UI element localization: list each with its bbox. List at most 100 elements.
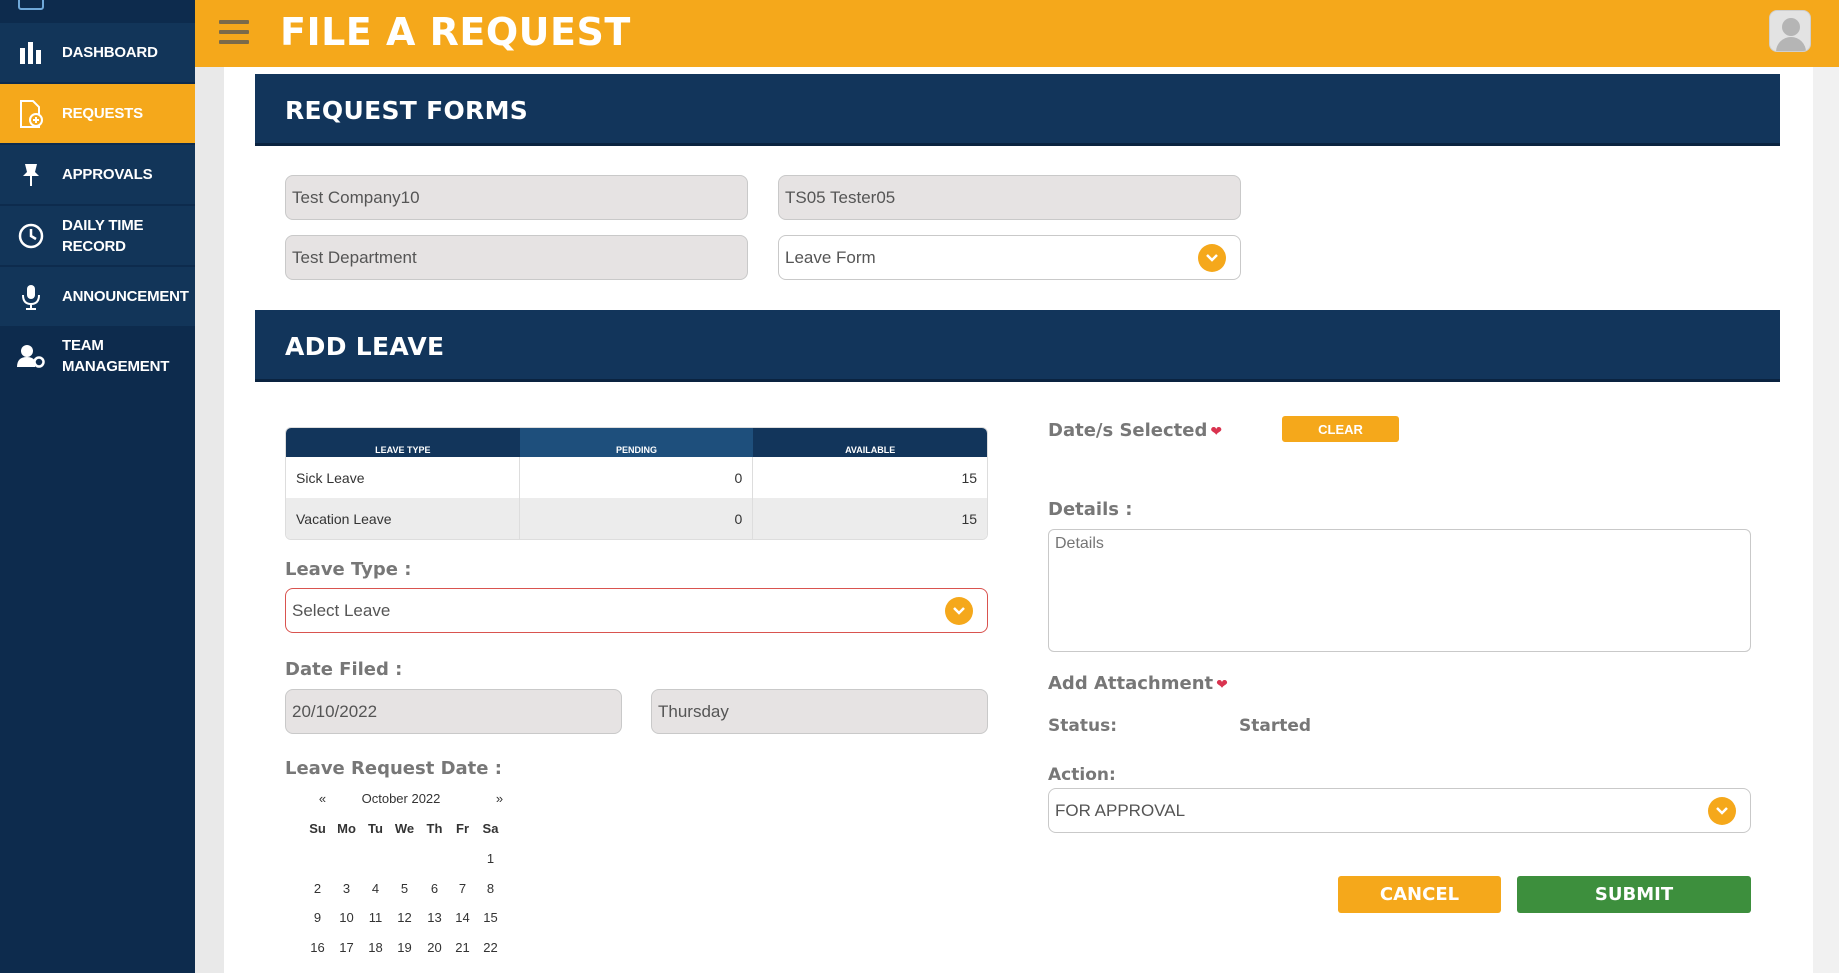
calendar-day[interactable]: 2 <box>303 881 332 896</box>
next-month-button[interactable]: » <box>485 791 514 806</box>
calendar-day[interactable]: 12 <box>390 910 419 925</box>
avatar[interactable] <box>1769 10 1811 52</box>
leave-type-cell: Vacation Leave <box>286 498 520 539</box>
calendar-day[interactable]: 18 <box>361 940 390 955</box>
sidebar-item-requests[interactable]: REQUESTS <box>0 84 195 143</box>
pin-icon <box>0 162 62 188</box>
form-type-value: Leave Form <box>785 247 876 267</box>
company-field: Test Company10 <box>285 175 748 220</box>
clear-button[interactable]: CLEAR <box>1282 416 1399 442</box>
date-filed-label: Date Filed : <box>285 659 403 680</box>
form-type-select[interactable]: Leave Form <box>778 235 1241 280</box>
user-gear-icon <box>0 343 62 369</box>
top-header: FILE A REQUEST <box>195 0 1839 67</box>
add-attachment-label[interactable]: Add Attachment ❤ <box>1048 673 1228 694</box>
calendar-day[interactable]: 14 <box>448 910 477 925</box>
calendar-month-label: October 2022 <box>361 791 441 806</box>
sidebar-item-dashboard[interactable]: DASHBOARD <box>0 23 195 82</box>
calendar-day[interactable]: 3 <box>332 881 361 896</box>
calendar-day[interactable]: 21 <box>448 940 477 955</box>
sidebar-item-label-group: DAILY TIME RECORD <box>62 215 144 257</box>
chevron-down-icon[interactable] <box>945 596 973 625</box>
sidebar-item-label: APPROVALS <box>62 166 153 183</box>
microphone-icon <box>0 283 62 311</box>
department-field: Test Department <box>285 235 748 280</box>
file-add-icon <box>0 99 62 129</box>
chevron-down-icon[interactable] <box>1708 796 1736 825</box>
action-label: Action: <box>1048 765 1116 785</box>
chevron-down-icon[interactable] <box>1198 243 1226 272</box>
leave-request-date-label: Leave Request Date : <box>285 758 502 779</box>
table-row: Vacation Leave 0 15 <box>286 498 987 539</box>
calendar-weekday: Sa <box>482 821 499 836</box>
action-value: FOR APPROVAL <box>1055 800 1186 820</box>
calendar-weekday: Su <box>309 821 326 836</box>
status-value: Started <box>1239 716 1312 736</box>
submit-button[interactable]: SUBMIT <box>1517 876 1751 913</box>
calendar-day[interactable]: 4 <box>361 881 390 896</box>
sidebar-item-label: TEAM <box>62 336 104 354</box>
calendar-day[interactable]: 13 <box>420 910 449 925</box>
leave-balance-table: LEAVE TYPE PENDING AVAILABLE Sick Leave … <box>285 427 988 540</box>
dates-selected-text: Date/s Selected <box>1048 420 1208 441</box>
calendar-day[interactable]: 1 <box>476 851 505 866</box>
table-row: Sick Leave 0 15 <box>286 457 987 498</box>
dates-selected-label[interactable]: Date/s Selected ❤ <box>1048 420 1222 441</box>
sidebar-item-label: ANNOUNCEMENT <box>62 288 189 305</box>
calendar-day[interactable]: 11 <box>361 910 390 925</box>
leave-type-select[interactable]: Select Leave <box>285 588 988 633</box>
calendar-weekday: Mo <box>337 821 356 836</box>
scrollbar[interactable] <box>1813 67 1839 973</box>
calendar-weekday: Fr <box>456 821 469 836</box>
calendar-day[interactable]: 7 <box>448 881 477 896</box>
leave-type-value: Select Leave <box>292 600 391 620</box>
calendar-day[interactable]: 22 <box>476 940 505 955</box>
calendar-day[interactable]: 16 <box>303 940 332 955</box>
sidebar-item-announcement[interactable]: ANNOUNCEMENT <box>0 267 195 326</box>
calendar-day[interactable]: 19 <box>390 940 419 955</box>
details-label: Details : <box>1048 499 1133 520</box>
logo-icon <box>18 0 44 10</box>
calendar-day[interactable]: 6 <box>420 881 449 896</box>
bar-chart-icon <box>0 40 62 66</box>
sidebar-item-label-group: TEAM MANAGEMENT <box>62 335 169 377</box>
sidebar-item-label: RECORD <box>62 237 126 255</box>
column-header: LEAVE TYPE <box>375 445 431 455</box>
details-textarea[interactable] <box>1048 529 1751 652</box>
sidebar-item-label: MANAGEMENT <box>62 357 170 375</box>
calendar-day[interactable]: 10 <box>332 910 361 925</box>
calendar-day[interactable]: 15 <box>476 910 505 925</box>
sidebar-item-daily-time-record[interactable]: DAILY TIME RECORD <box>0 206 195 265</box>
calendar-weekday: We <box>394 821 415 836</box>
employee-field: TS05 Tester05 <box>778 175 1241 220</box>
cancel-button[interactable]: CANCEL <box>1338 876 1501 913</box>
calendar-weekday: Th <box>426 821 443 836</box>
sidebar-item-approvals[interactable]: APPROVALS <box>0 145 195 204</box>
page-title: FILE A REQUEST <box>280 10 631 54</box>
day-field: Thursday <box>651 689 988 734</box>
hamburger-menu-icon[interactable] <box>219 20 249 44</box>
section-title: REQUEST FORMS <box>285 96 529 125</box>
sidebar-item-team-management[interactable]: TEAM MANAGEMENT <box>0 326 195 385</box>
sidebar: DASHBOARD REQUESTS APPROVALS DAILY TIME … <box>0 0 195 973</box>
table-header-row: LEAVE TYPE PENDING AVAILABLE <box>286 428 987 457</box>
pending-cell: 0 <box>520 457 754 498</box>
calendar-day[interactable]: 5 <box>390 881 419 896</box>
prev-month-button[interactable]: « <box>308 791 337 806</box>
request-forms-banner: REQUEST FORMS <box>255 74 1780 146</box>
calendar-day[interactable]: 17 <box>332 940 361 955</box>
status-label: Status: <box>1048 716 1117 736</box>
calendar-day[interactable]: 9 <box>303 910 332 925</box>
pending-cell: 0 <box>520 498 754 539</box>
date-filed-field: 20/10/2022 <box>285 689 622 734</box>
main-content: REQUEST FORMS Test Company10 TS05 Tester… <box>224 67 1813 973</box>
action-select[interactable]: FOR APPROVAL <box>1048 788 1751 833</box>
calendar-day[interactable]: 8 <box>476 881 505 896</box>
calendar-day[interactable]: 20 <box>420 940 449 955</box>
chevron-down-icon: ❤ <box>1210 424 1223 440</box>
sidebar-item-label: DAILY TIME <box>62 216 144 234</box>
sidebar-item-label: REQUESTS <box>62 105 143 122</box>
column-header: AVAILABLE <box>845 445 896 455</box>
leave-type-label: Leave Type : <box>285 559 412 580</box>
column-header: PENDING <box>519 428 754 457</box>
